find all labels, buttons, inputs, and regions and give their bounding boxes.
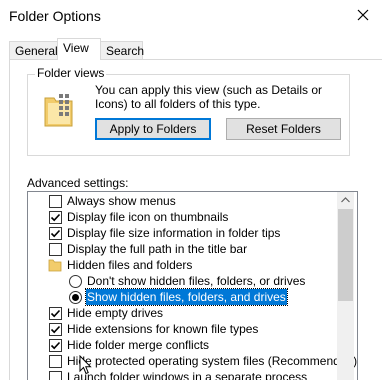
- tab-general[interactable]: General: [9, 41, 58, 59]
- list-item[interactable]: Hide folder merge conflicts: [28, 337, 338, 353]
- list-item-label: Hidden files and folders: [67, 258, 193, 272]
- checkmark-icon: [50, 213, 61, 222]
- reset-folders-button[interactable]: Reset Folders: [226, 118, 341, 140]
- scrollbar-thumb[interactable]: [338, 209, 353, 301]
- list-item[interactable]: Hide protected operating system files (R…: [28, 353, 357, 369]
- radio-button[interactable]: [69, 291, 82, 304]
- list-item-label: Display the full path in the title bar: [67, 242, 248, 256]
- folder-view-icon: [44, 94, 73, 127]
- checkbox[interactable]: [49, 195, 62, 208]
- list-item[interactable]: Launch folder windows in a separate proc…: [28, 369, 338, 380]
- folder-views-description: You can apply this view (such as Details…: [95, 83, 323, 111]
- list-scrollbar[interactable]: [337, 192, 354, 380]
- checkbox[interactable]: [49, 371, 62, 380]
- list-item[interactable]: Don't show hidden files, folders, or dri…: [28, 273, 338, 289]
- list-item-label: Hide extensions for known file types: [67, 322, 259, 336]
- checkbox[interactable]: [49, 355, 62, 368]
- list-item-label: Don't show hidden files, folders, or dri…: [87, 274, 306, 288]
- list-item[interactable]: Always show menus: [28, 193, 338, 209]
- list-item-label: Display file icon on thumbnails: [67, 210, 229, 224]
- folder-views-label: Folder views: [35, 66, 107, 80]
- list-item[interactable]: Hide empty drives: [28, 305, 338, 321]
- list-item-label: Hide empty drives: [67, 306, 164, 320]
- list-item-label: Display file size information in folder …: [67, 226, 281, 240]
- list-item: Hidden files and folders: [28, 257, 338, 273]
- window-title: Folder Options: [9, 8, 101, 24]
- advanced-settings-label: Advanced settings:: [27, 176, 129, 190]
- tab-view-label: View: [63, 41, 89, 55]
- checkmark-icon: [50, 309, 61, 318]
- list-item-label: Hide folder merge conflicts: [67, 338, 210, 352]
- checkbox[interactable]: [49, 243, 62, 256]
- radio-button[interactable]: [69, 275, 82, 288]
- checkmark-icon: [50, 229, 61, 238]
- list-item-label: Hide protected operating system files (R…: [67, 354, 358, 368]
- list-item-label: Always show menus: [67, 194, 176, 208]
- checkbox[interactable]: [49, 323, 62, 336]
- checkbox[interactable]: [49, 227, 62, 240]
- tab-view[interactable]: View: [57, 38, 101, 60]
- checkbox[interactable]: [49, 339, 62, 352]
- apply-to-folders-button[interactable]: Apply to Folders: [95, 118, 211, 140]
- list-item[interactable]: Display file size information in folder …: [28, 225, 338, 241]
- title-bar: Folder Options: [0, 0, 382, 32]
- scroll-up-icon[interactable]: [337, 192, 354, 209]
- folder-icon: [48, 259, 62, 272]
- list-item-label: Show hidden files, folders, and drives: [85, 288, 288, 306]
- close-icon[interactable]: [354, 6, 372, 24]
- tab-search[interactable]: Search: [100, 41, 145, 59]
- checkbox[interactable]: [49, 307, 62, 320]
- list-item-label: Launch folder windows in a separate proc…: [67, 370, 308, 380]
- tab-search-label: Search: [106, 44, 145, 58]
- tab-general-label: General: [15, 44, 58, 58]
- checkmark-icon: [50, 325, 61, 334]
- list-item[interactable]: Hide extensions for known file types: [28, 321, 338, 337]
- tab-strip: General View Search: [0, 38, 382, 60]
- list-item[interactable]: Display the full path in the title bar: [28, 241, 338, 257]
- checkbox[interactable]: [49, 211, 62, 224]
- list-item[interactable]: Display file icon on thumbnails: [28, 209, 338, 225]
- list-item[interactable]: Show hidden files, folders, and drives: [28, 288, 338, 306]
- advanced-settings-list[interactable]: Always show menus Display file icon on t…: [27, 191, 358, 380]
- mouse-pointer-icon: [79, 355, 92, 375]
- checkmark-icon: [50, 341, 61, 350]
